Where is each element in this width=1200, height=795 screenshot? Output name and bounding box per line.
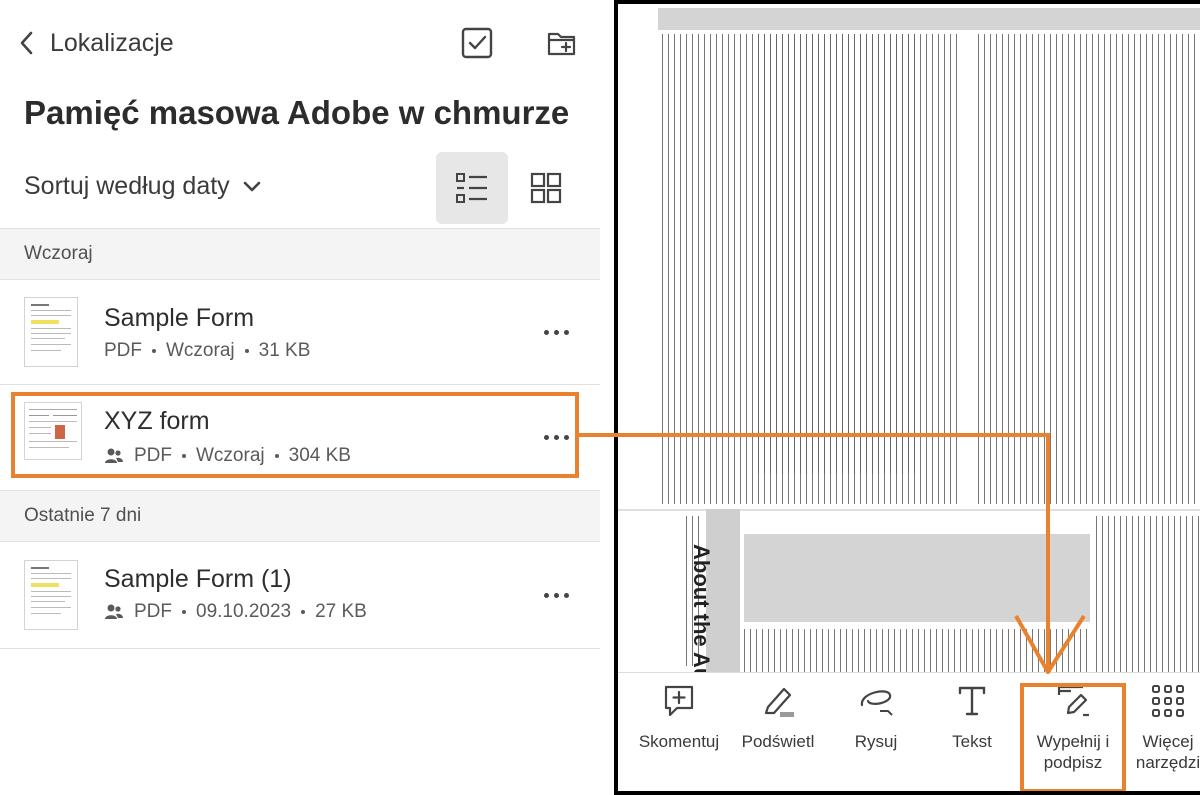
more-tools-icon — [1152, 685, 1184, 717]
separator-dot — [244, 349, 249, 353]
file-meta: PDF Wczoraj 31 KB — [104, 340, 310, 362]
document-preview-icon — [31, 567, 71, 614]
file-thumbnail — [24, 297, 78, 367]
tool-text[interactable]: Tekst — [922, 683, 1022, 752]
file-meta: PDF 09.10.2023 27 KB — [104, 601, 367, 623]
tool-comment[interactable]: Skomentuj — [629, 683, 729, 752]
section-header-yesterday: Wczoraj — [0, 228, 600, 280]
file-name: Sample Form — [104, 304, 255, 332]
tool-more[interactable]: Więcej narzędzi — [1118, 683, 1200, 773]
tool-label: Więcej narzędzi — [1135, 732, 1200, 772]
top-bar: Lokalizacje — [0, 0, 600, 86]
arrowhead-icon — [1014, 614, 1086, 674]
back-button[interactable]: Lokalizacje — [18, 26, 174, 60]
list-view-icon — [456, 173, 487, 203]
document-preview-icon — [31, 304, 71, 351]
tool-draw[interactable]: Rysuj — [826, 683, 926, 752]
section-header-last-7-days: Ostatnie 7 dni — [0, 490, 600, 542]
file-type: PDF — [134, 601, 172, 622]
annotation-connector-horizontal — [579, 433, 1050, 437]
grid-view-icon — [530, 172, 562, 204]
vertical-heading: About the Autho — [689, 544, 714, 672]
row-divider — [0, 648, 600, 649]
add-folder-icon[interactable] — [546, 28, 578, 58]
separator-dot — [152, 349, 156, 353]
separator-dot — [182, 610, 186, 614]
more-options-button[interactable] — [536, 575, 576, 615]
sort-dropdown[interactable]: Sortuj według daty — [24, 172, 262, 201]
pull-quote-band — [744, 534, 1090, 622]
section-label: Ostatnie 7 dni — [24, 505, 142, 526]
selection-highlight-box — [11, 392, 579, 478]
tool-label: Rysuj — [854, 732, 898, 751]
select-checkbox-icon[interactable] — [460, 26, 494, 60]
file-size: 27 KB — [315, 601, 367, 622]
draw-icon — [860, 690, 893, 716]
tool-highlight[interactable]: Podświetl — [728, 683, 828, 752]
highlight-icon — [764, 687, 794, 717]
separator-dot — [301, 610, 306, 614]
file-thumbnail — [24, 560, 78, 630]
file-date: Wczoraj — [166, 340, 235, 361]
page-header-band — [658, 8, 1200, 30]
more-options-button[interactable] — [536, 312, 576, 352]
sort-label: Sortuj według daty — [24, 172, 230, 200]
file-size: 31 KB — [258, 340, 311, 361]
file-name: Sample Form (1) — [104, 565, 292, 593]
tool-label: Tekst — [952, 732, 992, 751]
file-row[interactable]: Sample Form PDF Wczoraj 31 KB — [0, 280, 600, 384]
comment-icon — [664, 685, 694, 717]
file-browser-panel: Lokalizacje Pamięć masowa Adobe w chmurz… — [0, 0, 600, 795]
chevron-left-icon — [20, 31, 33, 55]
pdf-viewer-panel: About the Autho Skomentuj Podświetl Rysu… — [614, 0, 1200, 795]
document-canvas[interactable]: About the Autho — [618, 4, 1200, 672]
tool-label: Skomentuj — [638, 732, 720, 751]
list-view-button[interactable] — [436, 152, 508, 224]
file-date: 09.10.2023 — [196, 601, 292, 622]
section-label: Wczoraj — [24, 243, 93, 264]
text-column — [758, 34, 918, 474]
text-column — [1096, 516, 1200, 672]
text-icon — [958, 686, 986, 716]
file-type: PDF — [104, 340, 142, 361]
back-label: Lokalizacje — [50, 28, 174, 57]
page-title: Pamięć masowa Adobe w chmurze — [24, 94, 570, 131]
sort-toolbar: Sortuj według daty — [0, 152, 600, 224]
chevron-down-icon — [243, 181, 260, 191]
tool-label: Podświetl — [741, 732, 815, 751]
fill-sign-highlight-box — [1020, 683, 1126, 791]
file-row[interactable]: Sample Form (1) PDF 09.10.2023 27 KB — [0, 543, 600, 647]
shared-users-icon — [105, 604, 123, 619]
grid-view-button[interactable] — [510, 152, 582, 224]
